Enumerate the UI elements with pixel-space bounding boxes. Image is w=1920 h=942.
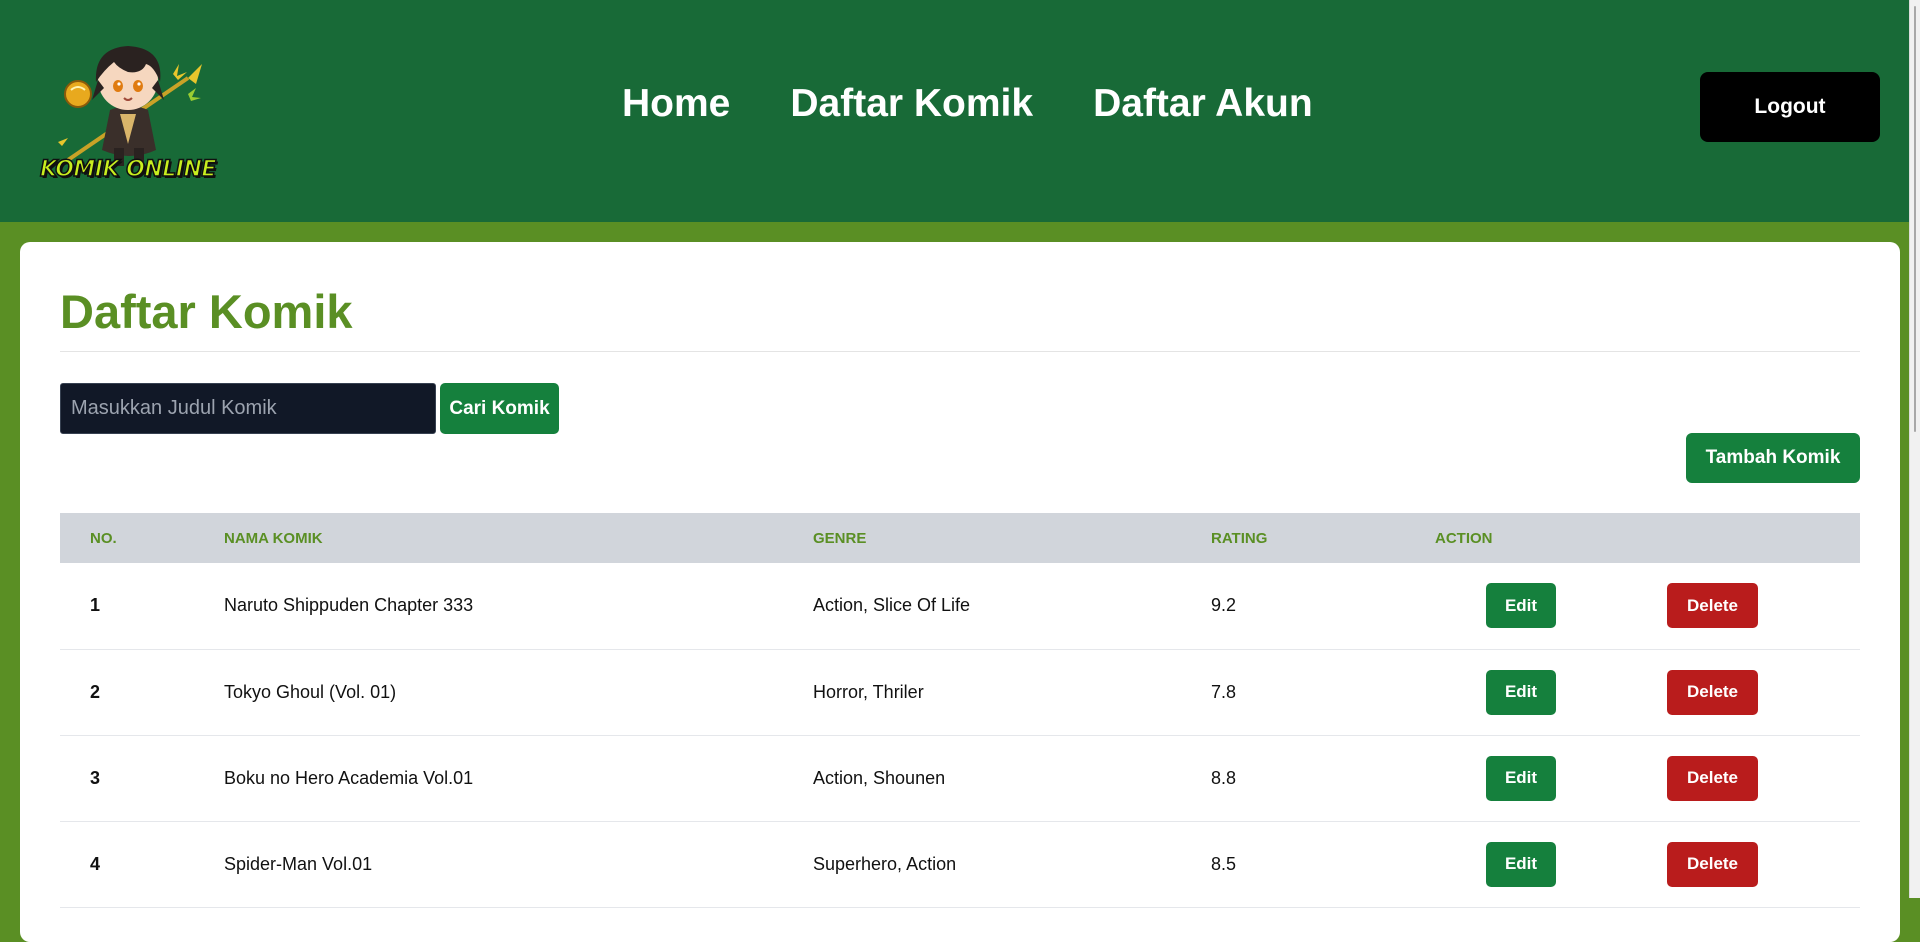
table-header-row: No. Nama Komik Genre Rating Action: [60, 513, 1860, 563]
delete-button[interactable]: Delete: [1667, 669, 1758, 715]
cell-rating: 8.5: [1211, 853, 1237, 874]
cell-no: 1: [90, 595, 101, 616]
cell-delete: Delete: [1618, 735, 1860, 821]
cell-rating: 9.2: [1211, 595, 1237, 616]
cell-genre: Action, Shounen: [813, 767, 946, 788]
search-button[interactable]: Cari Komik: [440, 383, 559, 434]
cell-edit: Edit: [1435, 821, 1618, 907]
scrollbar-thumb[interactable]: [1914, 6, 1916, 432]
column-header-empty: [1618, 513, 1860, 563]
cell-delete: Delete: [1618, 821, 1860, 907]
comic-table: No. Nama Komik Genre Rating Action 1 Nar…: [60, 513, 1860, 908]
comic-table-wrapper: No. Nama Komik Genre Rating Action 1 Nar…: [60, 513, 1860, 908]
cell-genre: Horror, Thriler: [813, 681, 924, 702]
table-row: 1 Naruto Shippuden Chapter 333 Action, S…: [60, 563, 1860, 649]
logo-text: KOMIK ONLINE: [39, 156, 217, 183]
site-header: KOMIK ONLINE Home Daftar Komik Daftar Ak…: [0, 0, 1920, 222]
column-header-genre: Genre: [813, 529, 867, 547]
nav-home[interactable]: Home: [622, 84, 730, 123]
site-logo[interactable]: KOMIK ONLINE: [38, 32, 218, 183]
column-header-name: Nama Komik: [224, 529, 323, 547]
cell-edit: Edit: [1435, 563, 1618, 649]
content-card: Daftar Komik Cari Komik Tambah Komik No.…: [20, 242, 1900, 942]
delete-button[interactable]: Delete: [1667, 841, 1758, 887]
nav-daftar-akun[interactable]: Daftar Akun: [1093, 84, 1313, 123]
cell-rating: 7.8: [1211, 681, 1237, 702]
logout-button[interactable]: Logout: [1700, 72, 1880, 142]
cell-name: Spider-Man Vol.01: [224, 853, 373, 874]
cell-no: 4: [90, 853, 101, 874]
nav-daftar-komik[interactable]: Daftar Komik: [790, 84, 1033, 123]
column-header-action: Action: [1435, 529, 1493, 547]
edit-button[interactable]: Edit: [1486, 841, 1556, 887]
add-comic-button[interactable]: Tambah Komik: [1686, 433, 1860, 483]
cell-genre: Action, Slice Of Life: [813, 595, 971, 616]
edit-button[interactable]: Edit: [1486, 755, 1556, 801]
table-header: No. Nama Komik Genre Rating Action: [60, 513, 1860, 563]
table-row: 2 Tokyo Ghoul (Vol. 01) Horror, Thriler …: [60, 649, 1860, 735]
cell-name: Naruto Shippuden Chapter 333: [224, 595, 474, 616]
table-body: 1 Naruto Shippuden Chapter 333 Action, S…: [60, 563, 1860, 907]
search-input[interactable]: [60, 383, 436, 434]
table-row: 4 Spider-Man Vol.01 Superhero, Action 8.…: [60, 821, 1860, 907]
cell-name: Tokyo Ghoul (Vol. 01): [224, 681, 397, 702]
cell-name: Boku no Hero Academia Vol.01: [224, 767, 474, 788]
cell-delete: Delete: [1618, 649, 1860, 735]
column-header-no: No.: [90, 529, 117, 547]
delete-button[interactable]: Delete: [1667, 755, 1758, 801]
delete-button[interactable]: Delete: [1667, 583, 1758, 629]
cell-no: 2: [90, 681, 101, 702]
page-title: Daftar Komik: [60, 285, 353, 338]
cell-rating: 8.8: [1211, 767, 1237, 788]
table-row: 3 Boku no Hero Academia Vol.01 Action, S…: [60, 735, 1860, 821]
edit-button[interactable]: Edit: [1486, 583, 1556, 629]
title-divider: [60, 351, 1860, 352]
cell-genre: Superhero, Action: [813, 853, 957, 874]
cell-edit: Edit: [1435, 649, 1618, 735]
cell-edit: Edit: [1435, 735, 1618, 821]
main-nav: Home Daftar Komik Daftar Akun: [622, 84, 1313, 123]
column-header-rating: Rating: [1211, 529, 1268, 547]
edit-button[interactable]: Edit: [1486, 669, 1556, 715]
cell-no: 3: [90, 767, 101, 788]
cell-delete: Delete: [1618, 563, 1860, 649]
